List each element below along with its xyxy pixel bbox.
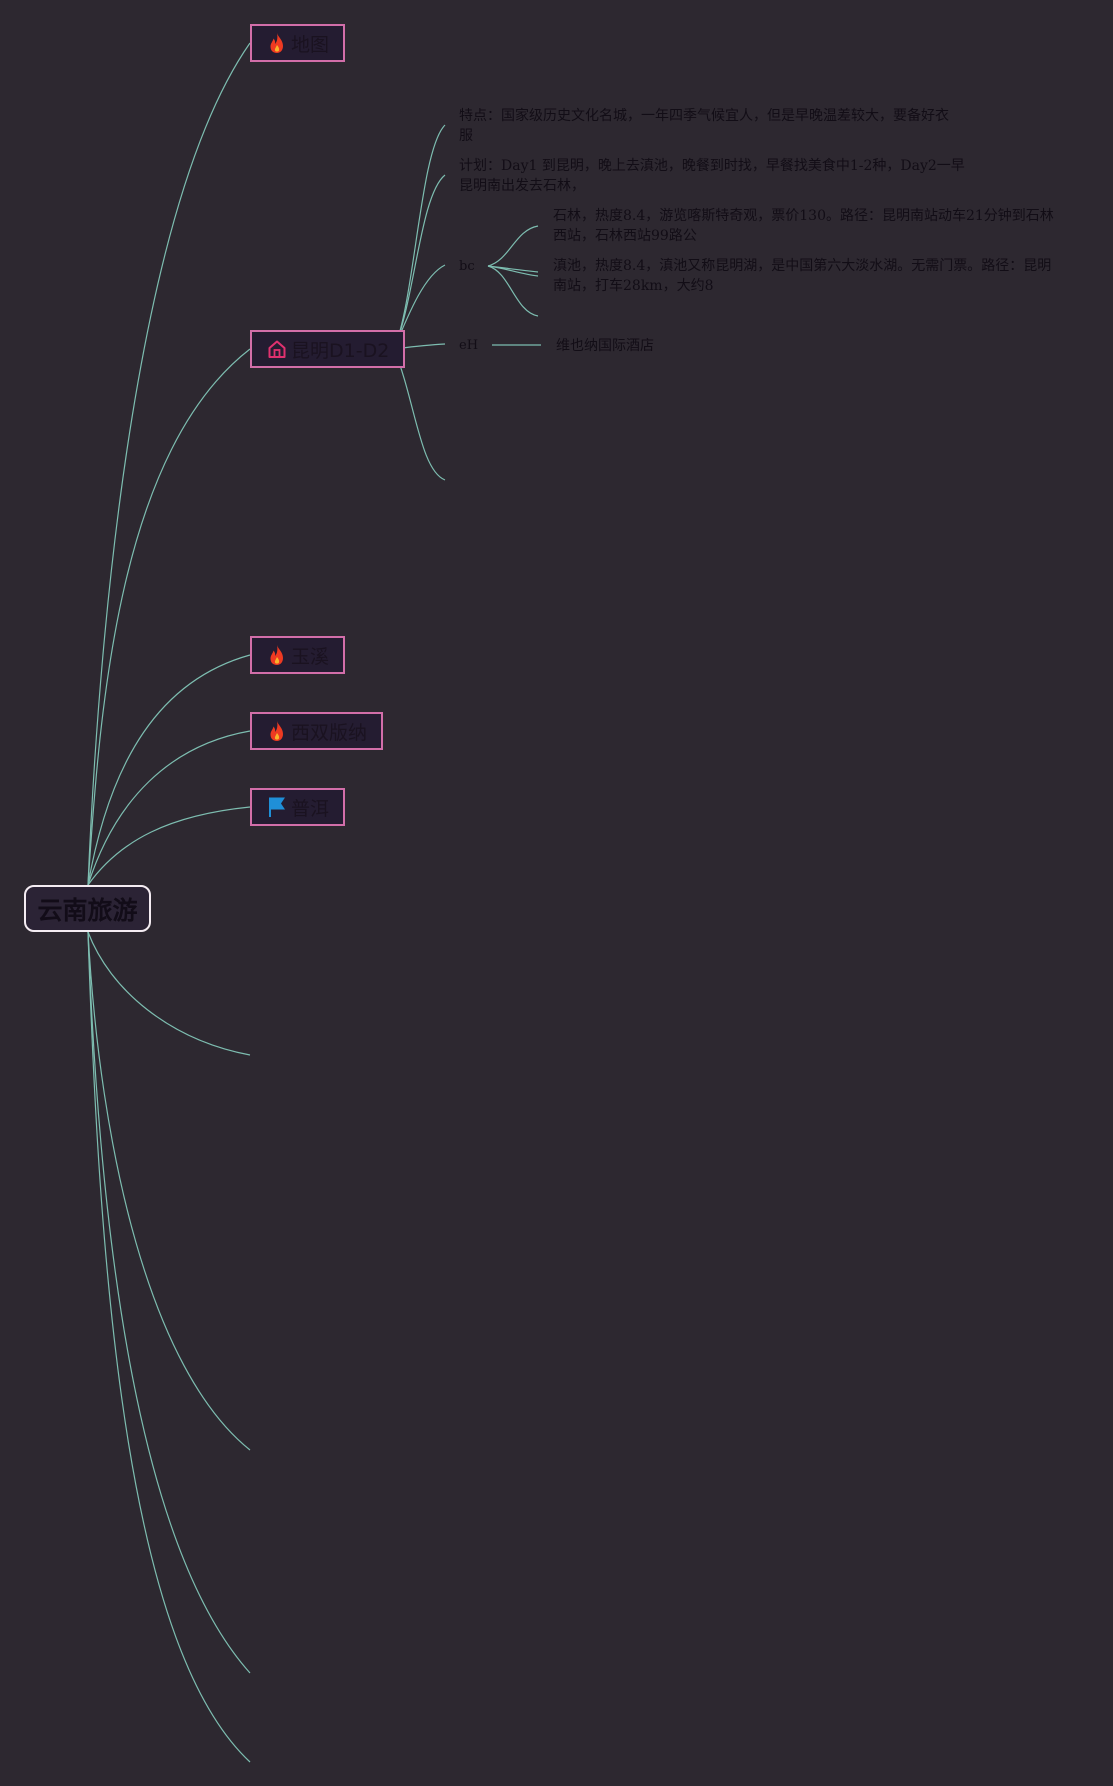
root-label: 云南旅游 [37, 895, 138, 925]
connector-root-kunming [87, 348, 251, 886]
leaf-plan[interactable]: 计划：Day1 到昆明，晚上去滇池，晚餐到时找，早餐找美食中1-2种，Day2一… [459, 156, 979, 196]
leaf-eh-label[interactable]: eH [459, 338, 478, 354]
connector-kunming-empty [393, 348, 446, 481]
flag-icon [269, 797, 285, 817]
branch-label-yuxi: 玉溪 [291, 645, 330, 668]
leaf-dianchi-line-1: 滇池，热度8.4，滇池又称昆明湖，是中国第六大淡水湖。无需门票。路径：昆明 [553, 258, 1052, 274]
connector-root-xishuangbanna [87, 730, 251, 886]
mind-map-canvas: 地图 昆明D1-D2 玉溪 西双版纳 普洱 云南旅游 特点：国家级历史文化名城，… [0, 0, 1113, 1786]
leaf-plan-line-1: 计划：Day1 到昆明，晚上去滇池，晚餐到时找，早餐找美食中1-2种，Day2一… [459, 158, 965, 174]
leaf-feature-line-2: 服 [459, 128, 473, 144]
leaf-feature[interactable]: 特点：国家级历史文化名城，一年四季气候宜人，但是早晚温差较大，要备好衣 服 [459, 106, 979, 146]
connector-root-ditu [87, 42, 251, 886]
connector-root-empty-2 [87, 931, 251, 1451]
branch-label-ditu: 地图 [291, 33, 330, 56]
root-node[interactable]: 云南旅游 [24, 885, 151, 932]
connector-root-empty-4 [87, 931, 251, 1763]
branch-node-puer[interactable]: 普洱 [250, 788, 346, 826]
leaf-shilin-line-1: 石林，热度8.4，游览喀斯特奇观，票价130。路径：昆明南站动车21分钟到石林 [553, 208, 1054, 224]
branch-label-puer: 普洱 [291, 797, 330, 820]
branch-node-xishuangbanna[interactable]: 西双版纳 [250, 712, 384, 750]
connector-bc-empty-2 [487, 265, 539, 317]
connector-bc-shilin [487, 225, 539, 267]
branch-node-yuxi[interactable]: 玉溪 [250, 636, 346, 674]
fire-icon [270, 645, 283, 665]
leaf-dianchi[interactable]: 滇池，热度8.4，滇池又称昆明湖，是中国第六大淡水湖。无需门票。路径：昆明 南站… [553, 256, 1108, 296]
leaf-dianchi-line-2: 南站，打车28km，大约8 [553, 278, 714, 294]
connector-root-empty-3 [87, 931, 251, 1674]
leaf-bc-label[interactable]: bc [459, 259, 475, 275]
branch-label-kunming: 昆明D1-D2 [291, 339, 390, 362]
leaf-feature-line-1: 特点：国家级历史文化名城，一年四季气候宜人，但是早晚温差较大，要备好衣 [459, 108, 949, 124]
home-icon [268, 340, 286, 358]
branch-node-kunming[interactable]: 昆明D1-D2 [250, 330, 406, 368]
branch-node-ditu[interactable]: 地图 [250, 24, 346, 62]
connector-root-puer [87, 806, 251, 886]
connector-kunming-feature [393, 124, 446, 350]
connector-root-empty-1 [87, 931, 251, 1056]
fire-icon [270, 33, 283, 53]
leaf-shilin-line-2: 西站，石林西站99路公 [553, 228, 697, 244]
fire-icon [270, 721, 283, 741]
branch-label-xishuangbanna: 西双版纳 [291, 721, 368, 744]
connector-root-yuxi [87, 654, 251, 886]
leaf-shilin[interactable]: 石林，热度8.4，游览喀斯特奇观，票价130。路径：昆明南站动车21分钟到石林 … [553, 206, 1108, 246]
leaf-hotel[interactable]: 维也纳国际酒店 [556, 336, 654, 356]
leaf-plan-line-2: 昆明南出发去石林， [459, 178, 585, 194]
